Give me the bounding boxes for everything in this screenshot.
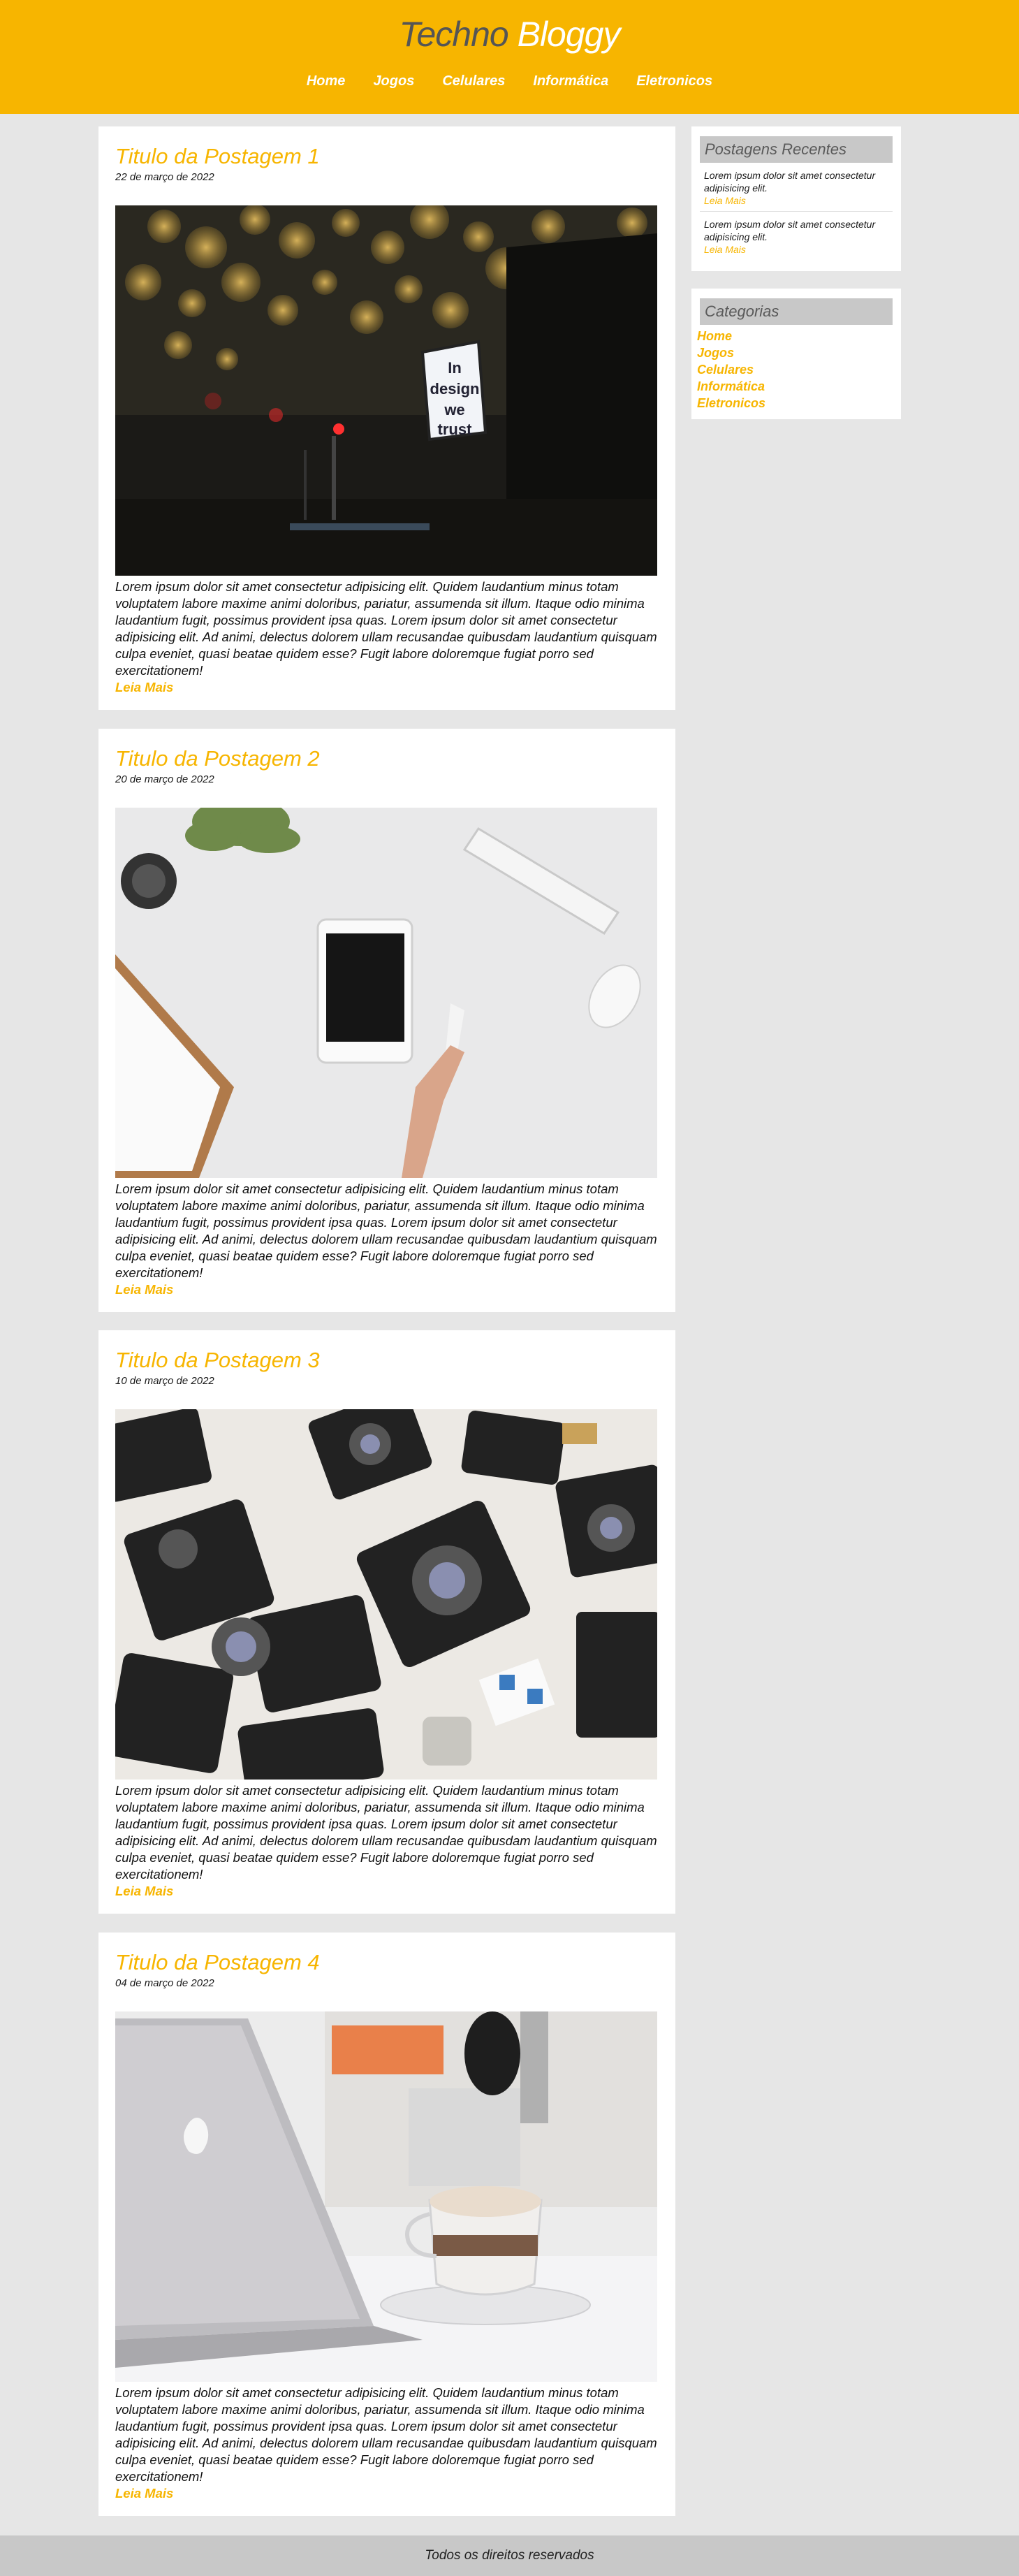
post-date: 20 de março de 2022	[115, 773, 214, 785]
footer-text: Todos os direitos reservados	[425, 2548, 594, 2563]
nav-jogos[interactable]: Jogos	[373, 68, 414, 94]
post-excerpt: Lorem ipsum dolor sit amet consectetur a…	[115, 1783, 657, 1882]
recent-post-item: Lorem ipsum dolor sit amet consectetur a…	[700, 163, 893, 212]
nav-home[interactable]: Home	[307, 68, 346, 94]
post-card: Titulo da Postagem 1 22 de março de 2022	[98, 126, 675, 710]
category-jogos[interactable]: Jogos	[697, 344, 893, 361]
read-more-link[interactable]: Leia Mais	[115, 679, 659, 696]
category-home[interactable]: Home	[697, 328, 893, 344]
site-footer: Todos os direitos reservados	[0, 2535, 1019, 2576]
read-more-link[interactable]: Leia Mais	[115, 2485, 659, 2502]
post-date: 10 de março de 2022	[115, 1375, 214, 1387]
sign-line-3: we	[443, 401, 464, 419]
recent-post-item: Lorem ipsum dolor sit amet consectetur a…	[700, 212, 893, 260]
recent-posts-title: Postagens Recentes	[700, 136, 893, 163]
post-card: Titulo da Postagem 2 20 de março de 2022…	[98, 729, 675, 1312]
site-logo[interactable]: Techno Bloggy	[0, 11, 1019, 57]
post-image-cameras	[115, 1409, 657, 1780]
categories-widget: Categorias Home Jogos Celulares Informát…	[691, 289, 901, 419]
sign-line-1: In	[448, 359, 462, 377]
categories-list: Home Jogos Celulares Informática Eletron…	[697, 328, 893, 412]
post-image-city-night: In design we trust	[115, 205, 657, 576]
recent-read-more-link[interactable]: Leia Mais	[704, 194, 888, 207]
sign-line-2: design	[430, 380, 480, 398]
post-excerpt: Lorem ipsum dolor sit amet consectetur a…	[115, 2385, 657, 2484]
post-title[interactable]: Titulo da Postagem 1	[115, 143, 659, 170]
post-title[interactable]: Titulo da Postagem 2	[115, 745, 659, 772]
recent-posts-widget: Postagens Recentes Lorem ipsum dolor sit…	[691, 126, 901, 271]
post-title[interactable]: Titulo da Postagem 3	[115, 1347, 659, 1374]
site-header: Techno Bloggy Home Jogos Celulares Infor…	[0, 0, 1019, 114]
category-informatica[interactable]: Informática	[697, 378, 893, 395]
post-excerpt: Lorem ipsum dolor sit amet consectetur a…	[115, 1181, 657, 1280]
post-image-laptop-coffee	[115, 2011, 657, 2382]
nav-informatica[interactable]: Informática	[533, 68, 608, 94]
nav-celulares[interactable]: Celulares	[442, 68, 505, 94]
recent-post-text: Lorem ipsum dolor sit amet consectetur a…	[704, 219, 876, 242]
post-excerpt: Lorem ipsum dolor sit amet consectetur a…	[115, 579, 657, 678]
category-eletronicos[interactable]: Eletronicos	[697, 395, 893, 412]
main-nav: Home Jogos Celulares Informática Eletron…	[0, 68, 1019, 94]
post-card: Titulo da Postagem 4 04 de março de 2022…	[98, 1933, 675, 2516]
post-date: 04 de março de 2022	[115, 1977, 214, 1989]
recent-read-more-link[interactable]: Leia Mais	[704, 243, 888, 256]
logo-part-1: Techno	[399, 15, 509, 54]
recent-post-text: Lorem ipsum dolor sit amet consectetur a…	[704, 170, 876, 194]
post-image-desk	[115, 808, 657, 1178]
logo-part-2: Bloggy	[517, 15, 621, 54]
nav-eletronicos[interactable]: Eletronicos	[636, 68, 712, 94]
read-more-link[interactable]: Leia Mais	[115, 1281, 659, 1298]
post-date: 22 de março de 2022	[115, 171, 214, 183]
category-celulares[interactable]: Celulares	[697, 361, 893, 378]
read-more-link[interactable]: Leia Mais	[115, 1883, 659, 1900]
sign-line-4: trust	[438, 421, 473, 438]
categories-title: Categorias	[700, 298, 893, 325]
post-card: Titulo da Postagem 3 10 de março de 2022	[98, 1330, 675, 1914]
post-title[interactable]: Titulo da Postagem 4	[115, 1949, 659, 1976]
